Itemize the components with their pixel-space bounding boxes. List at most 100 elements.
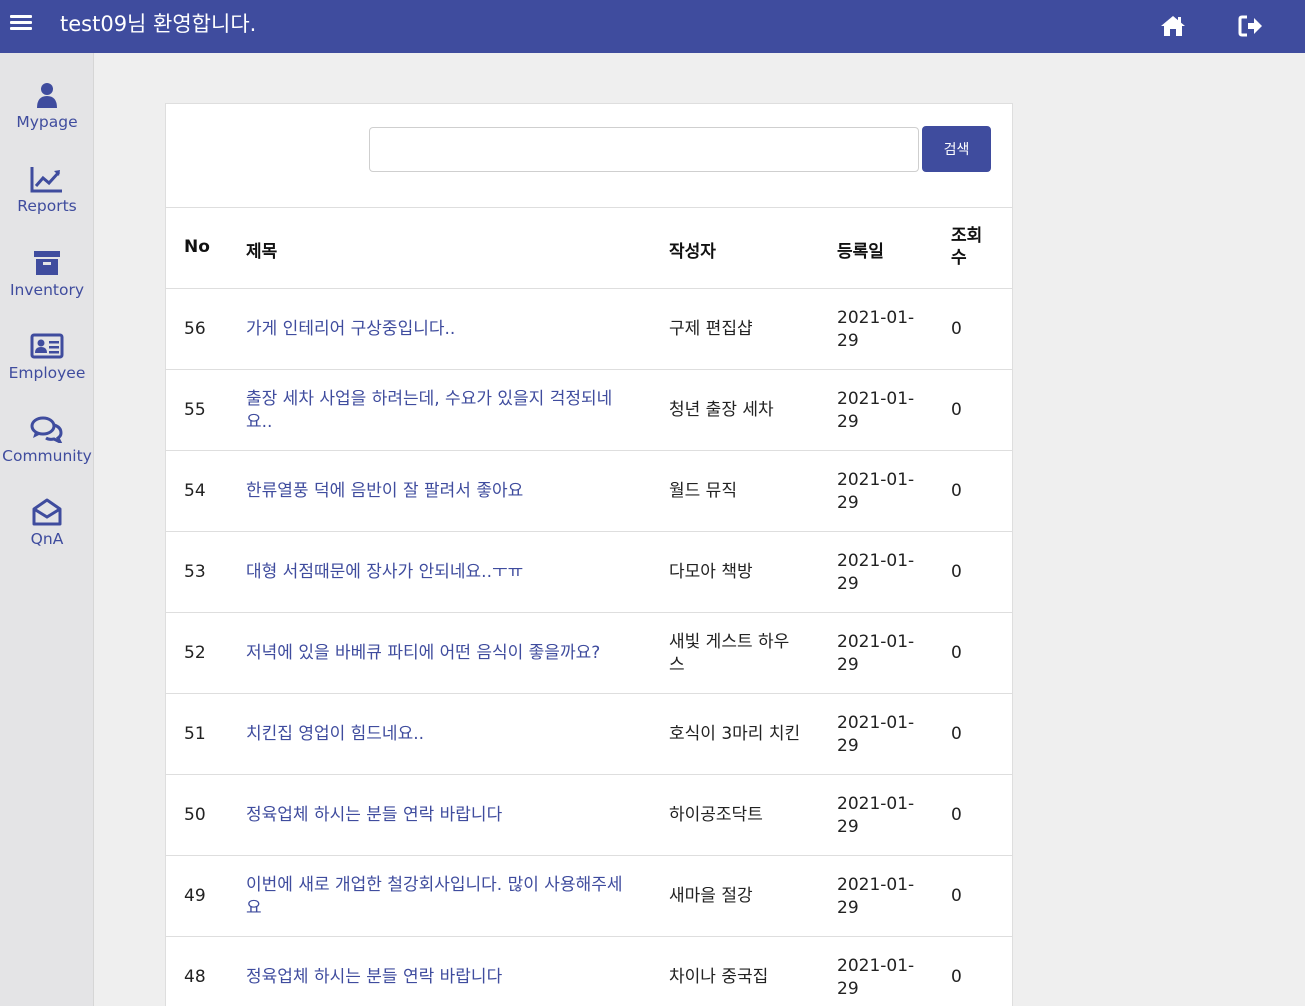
home-icon[interactable] (1160, 14, 1186, 40)
cell-author-text: 호식이 3마리 치킨 (669, 724, 801, 744)
cell-date: 2021-01-29 (837, 856, 919, 937)
cell-views: 0 (951, 370, 991, 451)
cell-date: 2021-01-29 (837, 613, 919, 694)
cell-date-text: 2021-01-29 (837, 469, 915, 513)
sidebar-item-qna[interactable]: QnA (0, 498, 94, 574)
cell-author-text: 다모아 책방 (669, 562, 753, 582)
table-row[interactable]: 53 대형 서점때문에 장사가 안되네요..ㅜㅠ 다모아 책방 2021-01-29 0 (166, 532, 1012, 613)
table-row[interactable]: 51 치킨집 영업이 힘드네요.. 호식이 3마리 치킨 2021-01-29 0 (166, 694, 1012, 775)
header-date: 등록일 (837, 242, 884, 262)
cell-author-text: 새빛 게스트 하우스 (669, 631, 790, 675)
post-title-link[interactable]: 한류열풍 덕에 음반이 잘 팔려서 좋아요 (246, 451, 628, 532)
post-title-link-text[interactable]: 정육업체 하시는 분들 연락 바랍니다 (246, 804, 502, 827)
post-title-link[interactable]: 치킨집 영업이 힘드네요.. (246, 694, 628, 775)
cell-date: 2021-01-29 (837, 532, 919, 613)
cell-author-text: 월드 뮤직 (669, 481, 737, 501)
post-title-link-text[interactable]: 치킨집 영업이 힘드네요.. (246, 723, 424, 746)
cell-author-text: 차이나 중국집 (669, 967, 769, 987)
cell-views-text: 0 (951, 967, 962, 987)
cell-views: 0 (951, 532, 991, 613)
post-title-link[interactable]: 정육업체 하시는 분들 연락 바랍니다 (246, 937, 628, 1006)
sidebar-item-label: Reports (17, 197, 77, 215)
cell-author-text: 구제 편집샵 (669, 319, 753, 339)
sidebar-item-inventory[interactable]: Inventory (0, 249, 94, 325)
post-title-link[interactable]: 출장 세차 사업을 하려는데, 수요가 있을지 걱정되네요.. (246, 370, 628, 451)
cell-author: 월드 뮤직 (669, 451, 804, 532)
search-input[interactable] (369, 127, 919, 172)
post-title-link[interactable]: 이번에 새로 개업한 철강회사입니다. 많이 사용해주세요 (246, 856, 628, 937)
sign-out-icon[interactable] (1238, 14, 1264, 40)
post-title-link-text[interactable]: 이번에 새로 개업한 철강회사입니다. 많이 사용해주세요 (246, 874, 628, 920)
cell-date-text: 2021-01-29 (837, 388, 915, 432)
cell-views: 0 (951, 856, 991, 937)
cell-author: 차이나 중국집 (669, 937, 804, 1006)
cell-views-text: 0 (951, 724, 962, 744)
cell-author: 다모아 책방 (669, 532, 804, 613)
cell-date-text: 2021-01-29 (837, 955, 915, 999)
line-chart-icon (30, 167, 62, 193)
top-navbar: test09님 환영합니다. (0, 0, 1305, 53)
table-row[interactable]: 52 저녁에 있을 바베큐 파티에 어떤 음식이 좋을까요? 새빛 게스트 하우스 2… (166, 613, 1012, 694)
post-title-link-text[interactable]: 정육업체 하시는 분들 연락 바랍니다 (246, 966, 502, 989)
post-title-link-text[interactable]: 출장 세차 사업을 하려는데, 수요가 있을지 걱정되네요.. (246, 388, 628, 434)
header-title: 제목 (246, 242, 278, 262)
post-title-link[interactable]: 대형 서점때문에 장사가 안되네요..ㅜㅠ (246, 532, 628, 613)
header-author: 작성자 (669, 242, 716, 262)
table-row[interactable]: 55 출장 세차 사업을 하려는데, 수요가 있을지 걱정되네요.. 청년 출장 세… (166, 370, 1012, 451)
post-title-link[interactable]: 정육업체 하시는 분들 연락 바랍니다 (246, 775, 628, 856)
post-title-link-text[interactable]: 저녁에 있을 바베큐 파티에 어떤 음식이 좋을까요? (246, 642, 600, 665)
cell-author-text: 청년 출장 세차 (669, 400, 774, 420)
cell-no-text: 54 (184, 481, 206, 501)
header-views: 조회수 (951, 226, 983, 268)
cell-no: 51 (184, 694, 234, 775)
cell-no-text: 55 (184, 400, 206, 420)
cell-no: 49 (184, 856, 234, 937)
envelope-open-icon (32, 498, 62, 526)
cell-views-text: 0 (951, 805, 962, 825)
post-title-link[interactable]: 가게 인테리어 구상중입니다.. (246, 289, 628, 370)
sidebar-item-reports[interactable]: Reports (0, 165, 94, 241)
cell-date: 2021-01-29 (837, 370, 919, 451)
post-title-link-text[interactable]: 한류열풍 덕에 음반이 잘 팔려서 좋아요 (246, 480, 523, 503)
post-title-link-text[interactable]: 대형 서점때문에 장사가 안되네요..ㅜㅠ (246, 561, 523, 584)
table-row[interactable]: 48 정육업체 하시는 분들 연락 바랍니다 차이나 중국집 2021-01-29 0 (166, 937, 1012, 1006)
table-row[interactable]: 54 한류열풍 덕에 음반이 잘 팔려서 좋아요 월드 뮤직 2021-01-29 0 (166, 451, 1012, 532)
cell-no: 50 (184, 775, 234, 856)
table-row[interactable]: 49 이번에 새로 개업한 철강회사입니다. 많이 사용해주세요 새마을 절강 202… (166, 856, 1012, 937)
cell-no: 53 (184, 532, 234, 613)
cell-date: 2021-01-29 (837, 775, 919, 856)
search-button[interactable]: 검색 (922, 126, 991, 172)
cell-views: 0 (951, 451, 991, 532)
cell-views-text: 0 (951, 481, 962, 501)
cell-no-text: 48 (184, 967, 206, 987)
table-row[interactable]: 56 가게 인테리어 구상중입니다.. 구제 편집샵 2021-01-29 0 (166, 289, 1012, 370)
board-card: 검색 No 제목 작성자 등록일 조회수 56 가게 인테리어 구상중입니다.. 구… (165, 103, 1013, 1006)
hamburger-menu-icon[interactable] (10, 12, 32, 36)
cell-views-text: 0 (951, 319, 962, 339)
cell-views-text: 0 (951, 562, 962, 582)
cell-no-text: 52 (184, 643, 206, 663)
header-no: No (184, 237, 210, 257)
user-icon (37, 83, 57, 108)
sidebar: Mypage Reports Inventory Employee Commun… (0, 53, 94, 1006)
sidebar-item-mypage[interactable]: Mypage (0, 81, 94, 157)
sidebar-item-label: Employee (8, 364, 86, 382)
sidebar-item-employee[interactable]: Employee (0, 332, 94, 408)
cell-date: 2021-01-29 (837, 694, 919, 775)
id-card-icon (30, 333, 64, 359)
cell-views-text: 0 (951, 400, 962, 420)
table-header: No 제목 작성자 등록일 조회수 (166, 207, 1012, 289)
cell-views: 0 (951, 937, 991, 1006)
cell-no: 48 (184, 937, 234, 1006)
sidebar-item-label: QnA (30, 530, 64, 548)
table-row[interactable]: 50 정육업체 하시는 분들 연락 바랍니다 하이공조닥트 2021-01-29 0 (166, 775, 1012, 856)
sidebar-item-label: Inventory (9, 281, 85, 299)
post-title-link-text[interactable]: 가게 인테리어 구상중입니다.. (246, 318, 455, 341)
sidebar-item-community[interactable]: Community (0, 415, 94, 491)
cell-views: 0 (951, 613, 991, 694)
cell-views: 0 (951, 775, 991, 856)
post-title-link[interactable]: 저녁에 있을 바베큐 파티에 어떤 음식이 좋을까요? (246, 613, 628, 694)
cell-no-text: 50 (184, 805, 206, 825)
cell-no-text: 49 (184, 886, 206, 906)
cell-no: 55 (184, 370, 234, 451)
